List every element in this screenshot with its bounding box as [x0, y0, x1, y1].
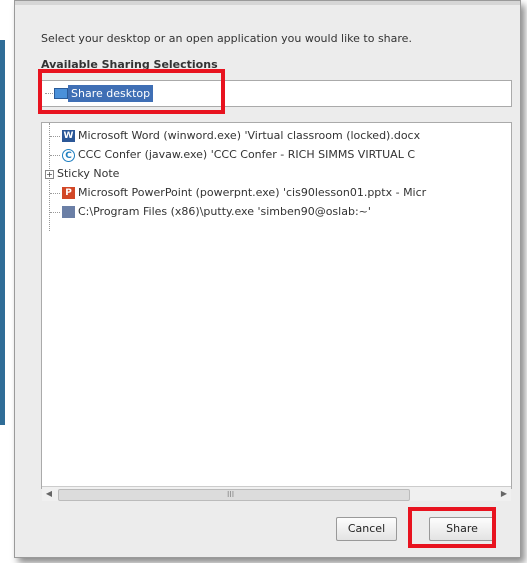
horizontal-scrollbar[interactable]: ◀ III ▶	[42, 486, 511, 501]
background-window-edge	[0, 0, 8, 563]
highlight-share-button	[408, 507, 496, 548]
background-window-bar	[0, 40, 5, 425]
list-item-word[interactable]: W Microsoft Word (winword.exe) 'Virtual …	[42, 128, 511, 144]
instruction-text: Select your desktop or an open applicati…	[41, 32, 412, 45]
scroll-right-icon[interactable]: ▶	[497, 487, 511, 501]
list-item-powerpoint[interactable]: P Microsoft PowerPoint (powerpnt.exe) 'c…	[42, 185, 511, 201]
putty-icon	[62, 206, 75, 218]
list-item-label: Sticky Note	[57, 167, 120, 180]
list-item-sticky-note[interactable]: + Sticky Note	[42, 166, 511, 182]
list-item-label: Microsoft PowerPoint (powerpnt.exe) 'cis…	[78, 186, 427, 199]
scroll-left-icon[interactable]: ◀	[42, 487, 56, 501]
scroll-grip: III	[227, 490, 235, 499]
powerpoint-icon: P	[62, 187, 75, 199]
list-item-label: Microsoft Word (winword.exe) 'Virtual cl…	[78, 129, 421, 142]
scrollbar-thumb[interactable]: III	[58, 489, 410, 501]
list-item-label: C:\Program Files (x86)\putty.exe 'simben…	[78, 205, 371, 218]
highlight-share-desktop	[38, 69, 225, 114]
list-item-ccc-confer[interactable]: C CCC Confer (javaw.exe) 'CCC Confer - R…	[42, 147, 511, 163]
word-icon: W	[62, 130, 75, 142]
cancel-button[interactable]: Cancel	[336, 517, 397, 541]
applications-list: W Microsoft Word (winword.exe) 'Virtual …	[41, 122, 512, 489]
list-item-putty[interactable]: C:\Program Files (x86)\putty.exe 'simben…	[42, 204, 511, 220]
list-item-label: CCC Confer (javaw.exe) 'CCC Confer - RIC…	[78, 148, 416, 161]
dialog-top-border	[15, 1, 520, 5]
expand-icon[interactable]: +	[45, 170, 54, 179]
ccc-confer-icon: C	[62, 149, 75, 162]
